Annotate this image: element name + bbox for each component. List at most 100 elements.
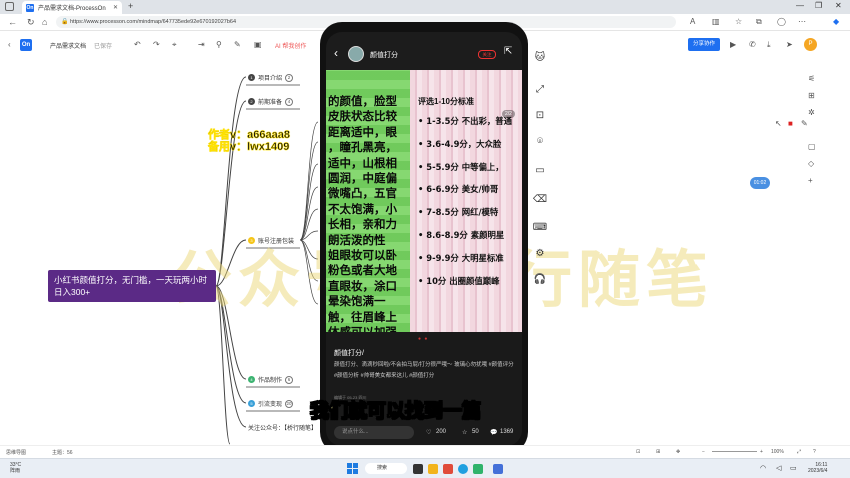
post-image[interactable]: 的颜值，脸型 皮肤状态比较 距离适中，眼 ，瞳孔黑亮， 适中，山根相 圆润，中庭… <box>326 70 522 332</box>
grid-icon[interactable]: ⊞ <box>656 449 660 455</box>
comment-input[interactable]: 说点什么... <box>334 426 414 439</box>
download-icon[interactable]: ⤓ <box>767 40 771 50</box>
ai-create-button[interactable]: AI 帮我创作 <box>275 41 306 50</box>
more-icon[interactable]: ⋯ <box>798 17 806 26</box>
structure-icon[interactable]: ⊞ <box>808 91 815 100</box>
outline-icon[interactable]: ⚟ <box>808 74 815 83</box>
toolbar-back-icon[interactable]: ‹ <box>8 40 11 49</box>
collections-icon[interactable]: ⧉ <box>756 17 762 27</box>
brush-icon[interactable]: ✎ <box>234 40 241 49</box>
volume-icon[interactable]: ◁ <box>776 464 781 472</box>
new-tab-icon[interactable]: + <box>128 1 133 11</box>
cast-icon[interactable]: ▭ <box>532 163 548 179</box>
home-icon[interactable]: ⌂ <box>42 17 47 27</box>
close-tab-icon[interactable]: ✕ <box>113 4 118 11</box>
weather-widget[interactable]: 33°C 阵雨 <box>10 462 21 474</box>
collapse-count-badge[interactable]: 4 <box>285 97 294 106</box>
collapse-count-badge[interactable]: 20 <box>285 399 294 408</box>
battery-icon[interactable]: ▭ <box>790 464 797 472</box>
author-avatar[interactable] <box>348 46 364 62</box>
pen-icon[interactable]: ✎ <box>801 119 808 128</box>
app-icon-blue[interactable] <box>493 464 503 474</box>
topic-follow-account[interactable]: 关注公众号：【桥行随笔】 <box>248 423 317 432</box>
image-icon[interactable]: ▣ <box>254 40 262 49</box>
app-icon-red[interactable] <box>443 464 453 474</box>
insert-topic-icon[interactable]: ⇥ <box>198 40 205 49</box>
topic-label: 作品制作 <box>258 378 283 384</box>
task-view-icon[interactable] <box>413 464 423 474</box>
keyboard-icon[interactable]: ⌨ <box>532 220 548 236</box>
minimize-icon[interactable]: — <box>796 1 804 10</box>
phone-back-icon[interactable]: ‹ <box>334 46 338 60</box>
browser-tab[interactable]: On 产品需求文档-ProcessOn ✕ <box>22 1 122 14</box>
phone-share-icon[interactable]: ⇱ <box>504 46 512 57</box>
file-explorer-icon[interactable] <box>428 464 438 474</box>
collapse-count-badge[interactable]: 2 <box>285 73 294 82</box>
format-painter-icon[interactable]: ⌖ <box>172 40 177 50</box>
like-icon[interactable]: ♡ <box>426 429 431 436</box>
topic-project-intro[interactable]: 1 项目介绍 2 <box>248 73 294 82</box>
call-icon[interactable]: ✆ <box>749 40 756 49</box>
cat-mascot-icon[interactable]: 🐱 <box>532 50 548 66</box>
note-icon[interactable]: ▢ <box>808 142 816 151</box>
video-subtitle: 我们就可以找到一篇 <box>309 400 482 423</box>
help-icon[interactable]: ? <box>813 449 816 455</box>
zoom-slider[interactable] <box>712 451 757 452</box>
mode-label[interactable]: 思维导图 <box>6 449 26 456</box>
topic-account-setup[interactable]: 3 账号注册包装 <box>248 236 294 245</box>
topic-preparation[interactable]: 2 前期准备 4 <box>248 97 294 106</box>
headset-icon[interactable]: 🎧 <box>532 272 548 288</box>
link-icon[interactable]: ⚲ <box>216 40 222 49</box>
undo-icon[interactable]: ↶ <box>134 40 141 49</box>
edge-icon[interactable] <box>458 464 468 474</box>
redo-icon[interactable]: ↷ <box>153 40 160 49</box>
maximize-icon[interactable]: ❐ <box>815 1 822 10</box>
settings-icon[interactable]: ⚙ <box>532 246 548 262</box>
reload-icon[interactable]: ↻ <box>27 17 35 28</box>
split-screen-icon[interactable]: ▥ <box>712 17 720 26</box>
fullscreen-icon[interactable]: ⤢ <box>532 82 548 98</box>
favorite-icon[interactable]: ☆ <box>735 17 742 26</box>
share-button[interactable]: 分享协作 <box>688 38 720 51</box>
app-icon-green[interactable] <box>473 464 483 474</box>
back-icon[interactable]: ← <box>8 17 17 27</box>
copilot-icon[interactable]: ◆ <box>833 17 839 26</box>
root-topic[interactable]: 小红书颜值打分，无门槛，一天玩两小时日入300+ <box>48 270 216 302</box>
eraser-icon[interactable]: ⌫ <box>532 192 548 208</box>
read-aloud-icon[interactable]: A <box>690 17 695 26</box>
follow-button[interactable]: 关注 <box>478 50 496 59</box>
system-clock[interactable]: 16:11 2023/6/4 <box>808 462 827 474</box>
wifi-icon[interactable]: ◠ <box>760 464 766 472</box>
present-icon[interactable]: ▶ <box>730 40 736 49</box>
user-avatar[interactable]: P <box>804 38 817 51</box>
topic-monetization[interactable]: 5 引流变现 20 <box>248 399 294 408</box>
taskbar-search[interactable]: 搜索 <box>365 463 407 474</box>
zoom-in-icon[interactable]: + <box>760 449 763 455</box>
fullscreen-toggle-icon[interactable]: ⤢ <box>797 449 801 455</box>
doc-title[interactable]: 产品需求文档 <box>50 41 86 50</box>
cursor-icon[interactable]: ↖ <box>775 119 782 128</box>
topic-content-creation[interactable]: 4 作品制作 6 <box>248 375 294 384</box>
send-icon[interactable]: ➤ <box>786 40 793 49</box>
processon-logo[interactable]: On <box>20 39 32 51</box>
pan-icon[interactable]: ✥ <box>676 449 680 455</box>
record-stop-icon[interactable]: ■ <box>788 119 793 128</box>
screenshot-icon[interactable]: ⊡ <box>532 108 548 124</box>
author-name[interactable]: 颜值打分 <box>370 50 398 60</box>
close-window-icon[interactable]: ✕ <box>835 1 842 10</box>
start-icon[interactable] <box>347 463 358 474</box>
workspaces-icon[interactable] <box>5 2 14 11</box>
zoom-out-icon[interactable]: − <box>702 449 705 455</box>
camera-icon[interactable]: ⌾ <box>532 134 548 150</box>
fit-view-icon[interactable]: ⊡ <box>636 449 640 455</box>
collapse-count-badge[interactable]: 6 <box>285 375 294 384</box>
comment-icon[interactable]: 💬 <box>490 429 497 436</box>
add-icon[interactable]: + <box>808 176 813 185</box>
face-analysis-text: 的颜值，脸型 皮肤状态比较 距离适中，眼 ，瞳孔黑亮， 适中，山根相 圆润，中庭… <box>328 94 397 332</box>
like-count: 200 <box>436 429 447 435</box>
tag-icon[interactable]: ◇ <box>808 159 814 168</box>
profile-icon[interactable]: ◯ <box>777 17 786 26</box>
theme-icon[interactable]: ✲ <box>808 108 815 117</box>
app-status-bar: 思维导图 主题：56 ⊡ ⊞ ✥ − + 100% ⤢ ? <box>0 445 850 458</box>
star-icon[interactable]: ☆ <box>462 429 467 436</box>
